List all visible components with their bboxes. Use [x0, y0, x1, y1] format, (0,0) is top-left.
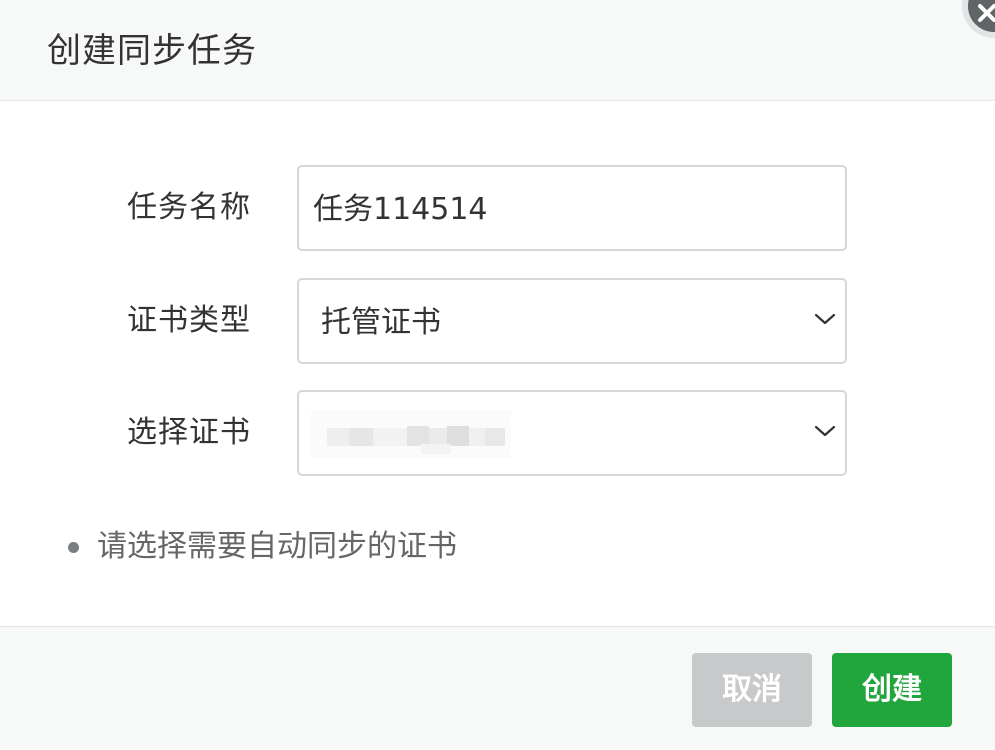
dialog-footer: 取消 创建: [0, 626, 995, 750]
task-name-row: 任务名称 任务114514: [0, 165, 995, 251]
create-sync-task-dialog: 创建同步任务 任务名称 任务114514 证书类型 托管证书 选择证书 请选择需…: [0, 0, 995, 750]
dialog-title: 创建同步任务: [47, 31, 257, 71]
cert-select-label: 选择证书: [127, 415, 251, 450]
tip-bullet-icon: [68, 542, 79, 553]
cert-select-row: 选择证书: [0, 390, 995, 476]
task-name-value: 任务114514: [313, 192, 488, 227]
dialog-header: 创建同步任务: [0, 0, 995, 101]
cert-type-row: 证书类型 托管证书: [0, 278, 995, 364]
cancel-button[interactable]: 取消: [692, 653, 812, 727]
task-name-input[interactable]: 任务114514: [297, 165, 847, 251]
close-icon: [978, 4, 995, 22]
cert-type-select[interactable]: 托管证书: [297, 278, 847, 364]
cert-type-selected: 托管证书: [321, 305, 441, 340]
chevron-down-icon: [814, 313, 836, 325]
redacted-value: [311, 410, 511, 458]
chevron-down-icon: [814, 425, 836, 437]
tip-text: 请选择需要自动同步的证书: [97, 529, 457, 564]
task-name-label: 任务名称: [127, 190, 251, 225]
create-button[interactable]: 创建: [832, 653, 952, 727]
cert-select[interactable]: [297, 390, 847, 476]
cert-type-label: 证书类型: [127, 303, 251, 338]
